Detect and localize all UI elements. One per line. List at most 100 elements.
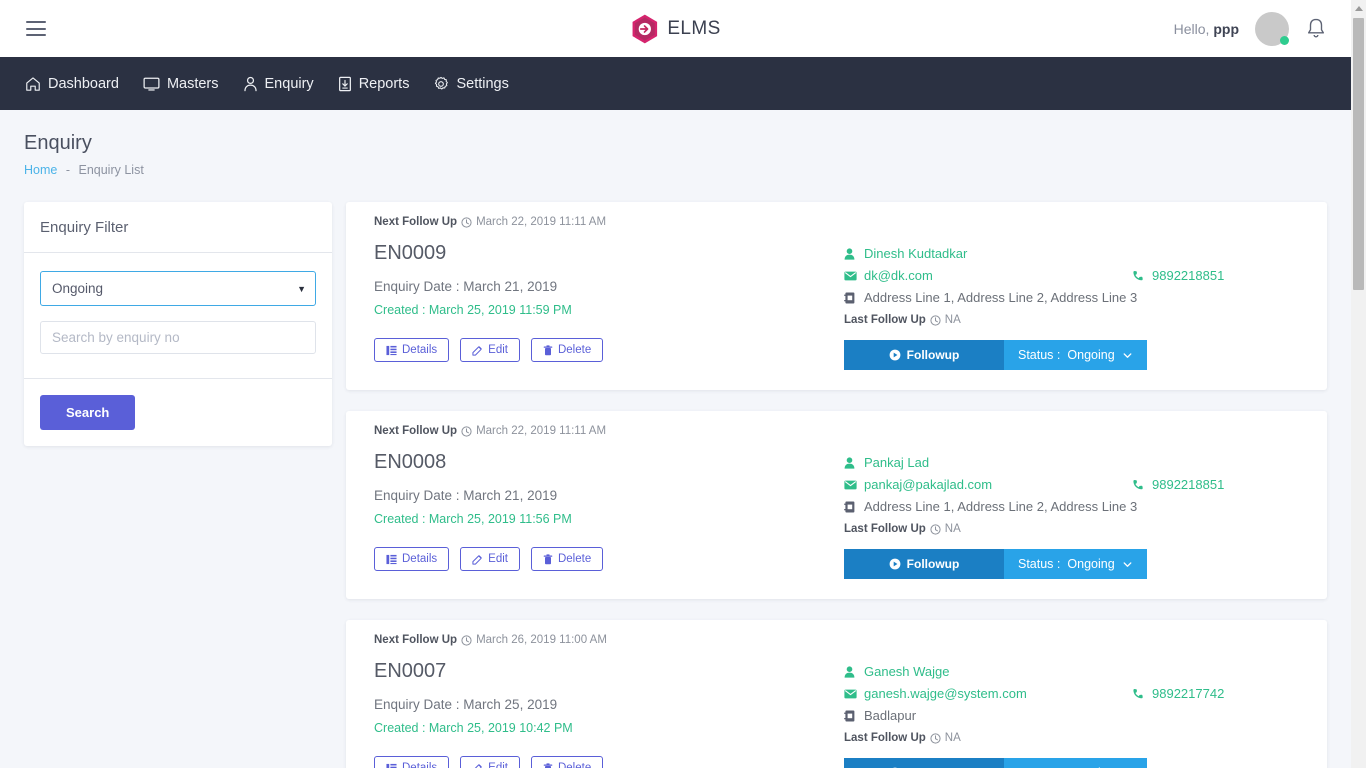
enquiry-primary-actions: Followup Status : Ongoing (844, 549, 1309, 579)
next-follow-up: Next Follow Up March 22, 2019 11:11 AM (374, 425, 844, 437)
nav-item-settings[interactable]: Settings (433, 75, 509, 92)
delete-button[interactable]: Delete (530, 756, 604, 768)
top-bar-right: Hello, ppp (1174, 11, 1327, 46)
contact-name[interactable]: Ganesh Wajge (864, 664, 950, 679)
nav-item-dashboard[interactable]: Dashboard (25, 76, 119, 92)
status-dropdown-button[interactable]: Status : Ongoing (1004, 549, 1147, 579)
clock-icon (930, 314, 941, 326)
followup-label: Followup (906, 348, 960, 362)
hamburger-icon[interactable] (26, 21, 46, 36)
enquiry-number: EN0009 (374, 242, 447, 264)
next-follow-up-label: Next Follow Up (374, 216, 458, 228)
next-follow-up-label: Next Follow Up (374, 634, 458, 646)
contact-email[interactable]: ganesh.wajge@system.com (864, 686, 1027, 701)
enquiry-card-left: Next Follow Up March 26, 2019 11:00 AM E… (374, 634, 844, 768)
enquiry-created: Created : March 25, 2019 10:42 PM (374, 721, 573, 735)
enquiry-actions: Details Edit Delete (374, 547, 844, 571)
contact-name[interactable]: Dinesh Kudtadkar (864, 246, 967, 261)
nav-item-masters[interactable]: Masters (143, 76, 219, 92)
last-follow-up-value: NA (944, 314, 961, 326)
phone-icon (1133, 270, 1143, 280)
status-dropdown-button[interactable]: Status : Ongoing (1004, 340, 1147, 370)
details-button[interactable]: Details (374, 338, 450, 362)
search-enquiry-no-input[interactable] (40, 321, 316, 354)
clock-icon (461, 216, 472, 228)
nav-item-reports[interactable]: Reports (338, 76, 409, 92)
next-follow-up-value: March 22, 2019 11:11 AM (476, 425, 607, 437)
contact-phone-row: 9892218851 (1132, 477, 1224, 492)
contact-phone[interactable]: 9892218851 (1152, 477, 1224, 492)
nav-label-settings: Settings (456, 75, 509, 92)
nav-item-enquiry[interactable]: Enquiry (243, 76, 314, 92)
content-area: Enquiry Filter Ongoing ▼ Search by enqui… (24, 202, 1327, 768)
envelope-icon (844, 480, 864, 490)
status-dropdown-button[interactable]: Status : Ongoing (1004, 758, 1147, 768)
user-name: ppp (1213, 20, 1239, 37)
delete-label: Delete (557, 344, 592, 356)
status-select-wrapper: Ongoing ▼ (40, 271, 316, 306)
contact-name-row: Pankaj Lad (844, 455, 1309, 470)
user-icon (844, 456, 864, 469)
pencil-icon (474, 763, 482, 768)
monitor-icon (143, 77, 160, 91)
contact-name[interactable]: Pankaj Lad (864, 455, 929, 470)
contact-phone[interactable]: 9892217742 (1152, 686, 1224, 701)
followup-button[interactable]: Followup (844, 758, 1004, 768)
avatar[interactable] (1255, 11, 1289, 46)
contact-email[interactable]: dk@dk.com (864, 268, 933, 283)
contact-email-row: pankaj@pakajlad.com 9892218851 (844, 477, 1309, 492)
next-follow-up-value: March 26, 2019 11:00 AM (476, 634, 607, 646)
trash-icon (543, 762, 553, 768)
nav-label-enquiry: Enquiry (264, 75, 314, 92)
elms-logo-icon (632, 14, 657, 43)
followup-button[interactable]: Followup (844, 549, 1004, 579)
address-book-icon (844, 292, 864, 304)
contact-phone-row: 9892217742 (1132, 686, 1224, 701)
edit-button[interactable]: Edit (460, 756, 520, 768)
contact-address-row: Address Line 1, Address Line 2, Address … (844, 290, 1309, 305)
details-button[interactable]: Details (374, 547, 450, 571)
enquiry-date: Enquiry Date : March 25, 2019 (374, 697, 558, 712)
next-follow-up-label: Next Follow Up (374, 425, 458, 437)
delete-label: Delete (557, 553, 592, 565)
home-icon (26, 76, 40, 91)
last-follow-up: Last Follow Up NA (844, 523, 1309, 535)
online-status-dot (1280, 35, 1289, 45)
list-icon (386, 554, 397, 564)
delete-button[interactable]: Delete (530, 547, 604, 571)
details-button[interactable]: Details (374, 756, 450, 768)
list-icon (386, 763, 397, 768)
contact-name-row: Ganesh Wajge (844, 664, 1309, 679)
page-scrollbar[interactable] (1351, 0, 1366, 768)
nav-label-dashboard: Dashboard (48, 75, 119, 92)
last-follow-up-label: Last Follow Up (844, 523, 926, 535)
next-follow-up: Next Follow Up March 22, 2019 11:11 AM (374, 216, 844, 228)
trash-icon (543, 344, 553, 355)
edit-label: Edit (488, 553, 508, 565)
user-icon (844, 247, 864, 260)
contact-address-row: Badlapur (844, 708, 1309, 723)
status-filter-select[interactable]: Ongoing (40, 271, 316, 306)
gear-icon (435, 76, 449, 89)
last-follow-up-value: NA (944, 732, 961, 744)
status-prefix: Status : (1018, 348, 1061, 362)
edit-button[interactable]: Edit (460, 338, 520, 362)
user-icon (844, 665, 864, 678)
contact-phone[interactable]: 9892218851 (1152, 268, 1224, 283)
phone-icon (1133, 479, 1143, 489)
pencil-icon (472, 345, 482, 356)
edit-button[interactable]: Edit (460, 547, 520, 571)
breadcrumb-home[interactable]: Home (24, 163, 57, 177)
status-value: Ongoing (1067, 557, 1115, 571)
contact-email[interactable]: pankaj@pakajlad.com (864, 477, 992, 492)
enquiry-primary-actions: Followup Status : Ongoing (844, 758, 1309, 768)
delete-button[interactable]: Delete (530, 338, 604, 362)
search-button[interactable]: Search (40, 395, 136, 430)
bell-icon[interactable] (1305, 17, 1327, 41)
enquiry-created: Created : March 25, 2019 11:59 PM (374, 303, 572, 317)
scrollbar-thumb[interactable] (1353, 18, 1364, 290)
followup-button[interactable]: Followup (844, 340, 1004, 370)
phone-icon (1133, 688, 1143, 698)
scrollbar-up-arrow[interactable] (1351, 0, 1366, 17)
next-follow-up: Next Follow Up March 26, 2019 11:00 AM (374, 634, 844, 646)
